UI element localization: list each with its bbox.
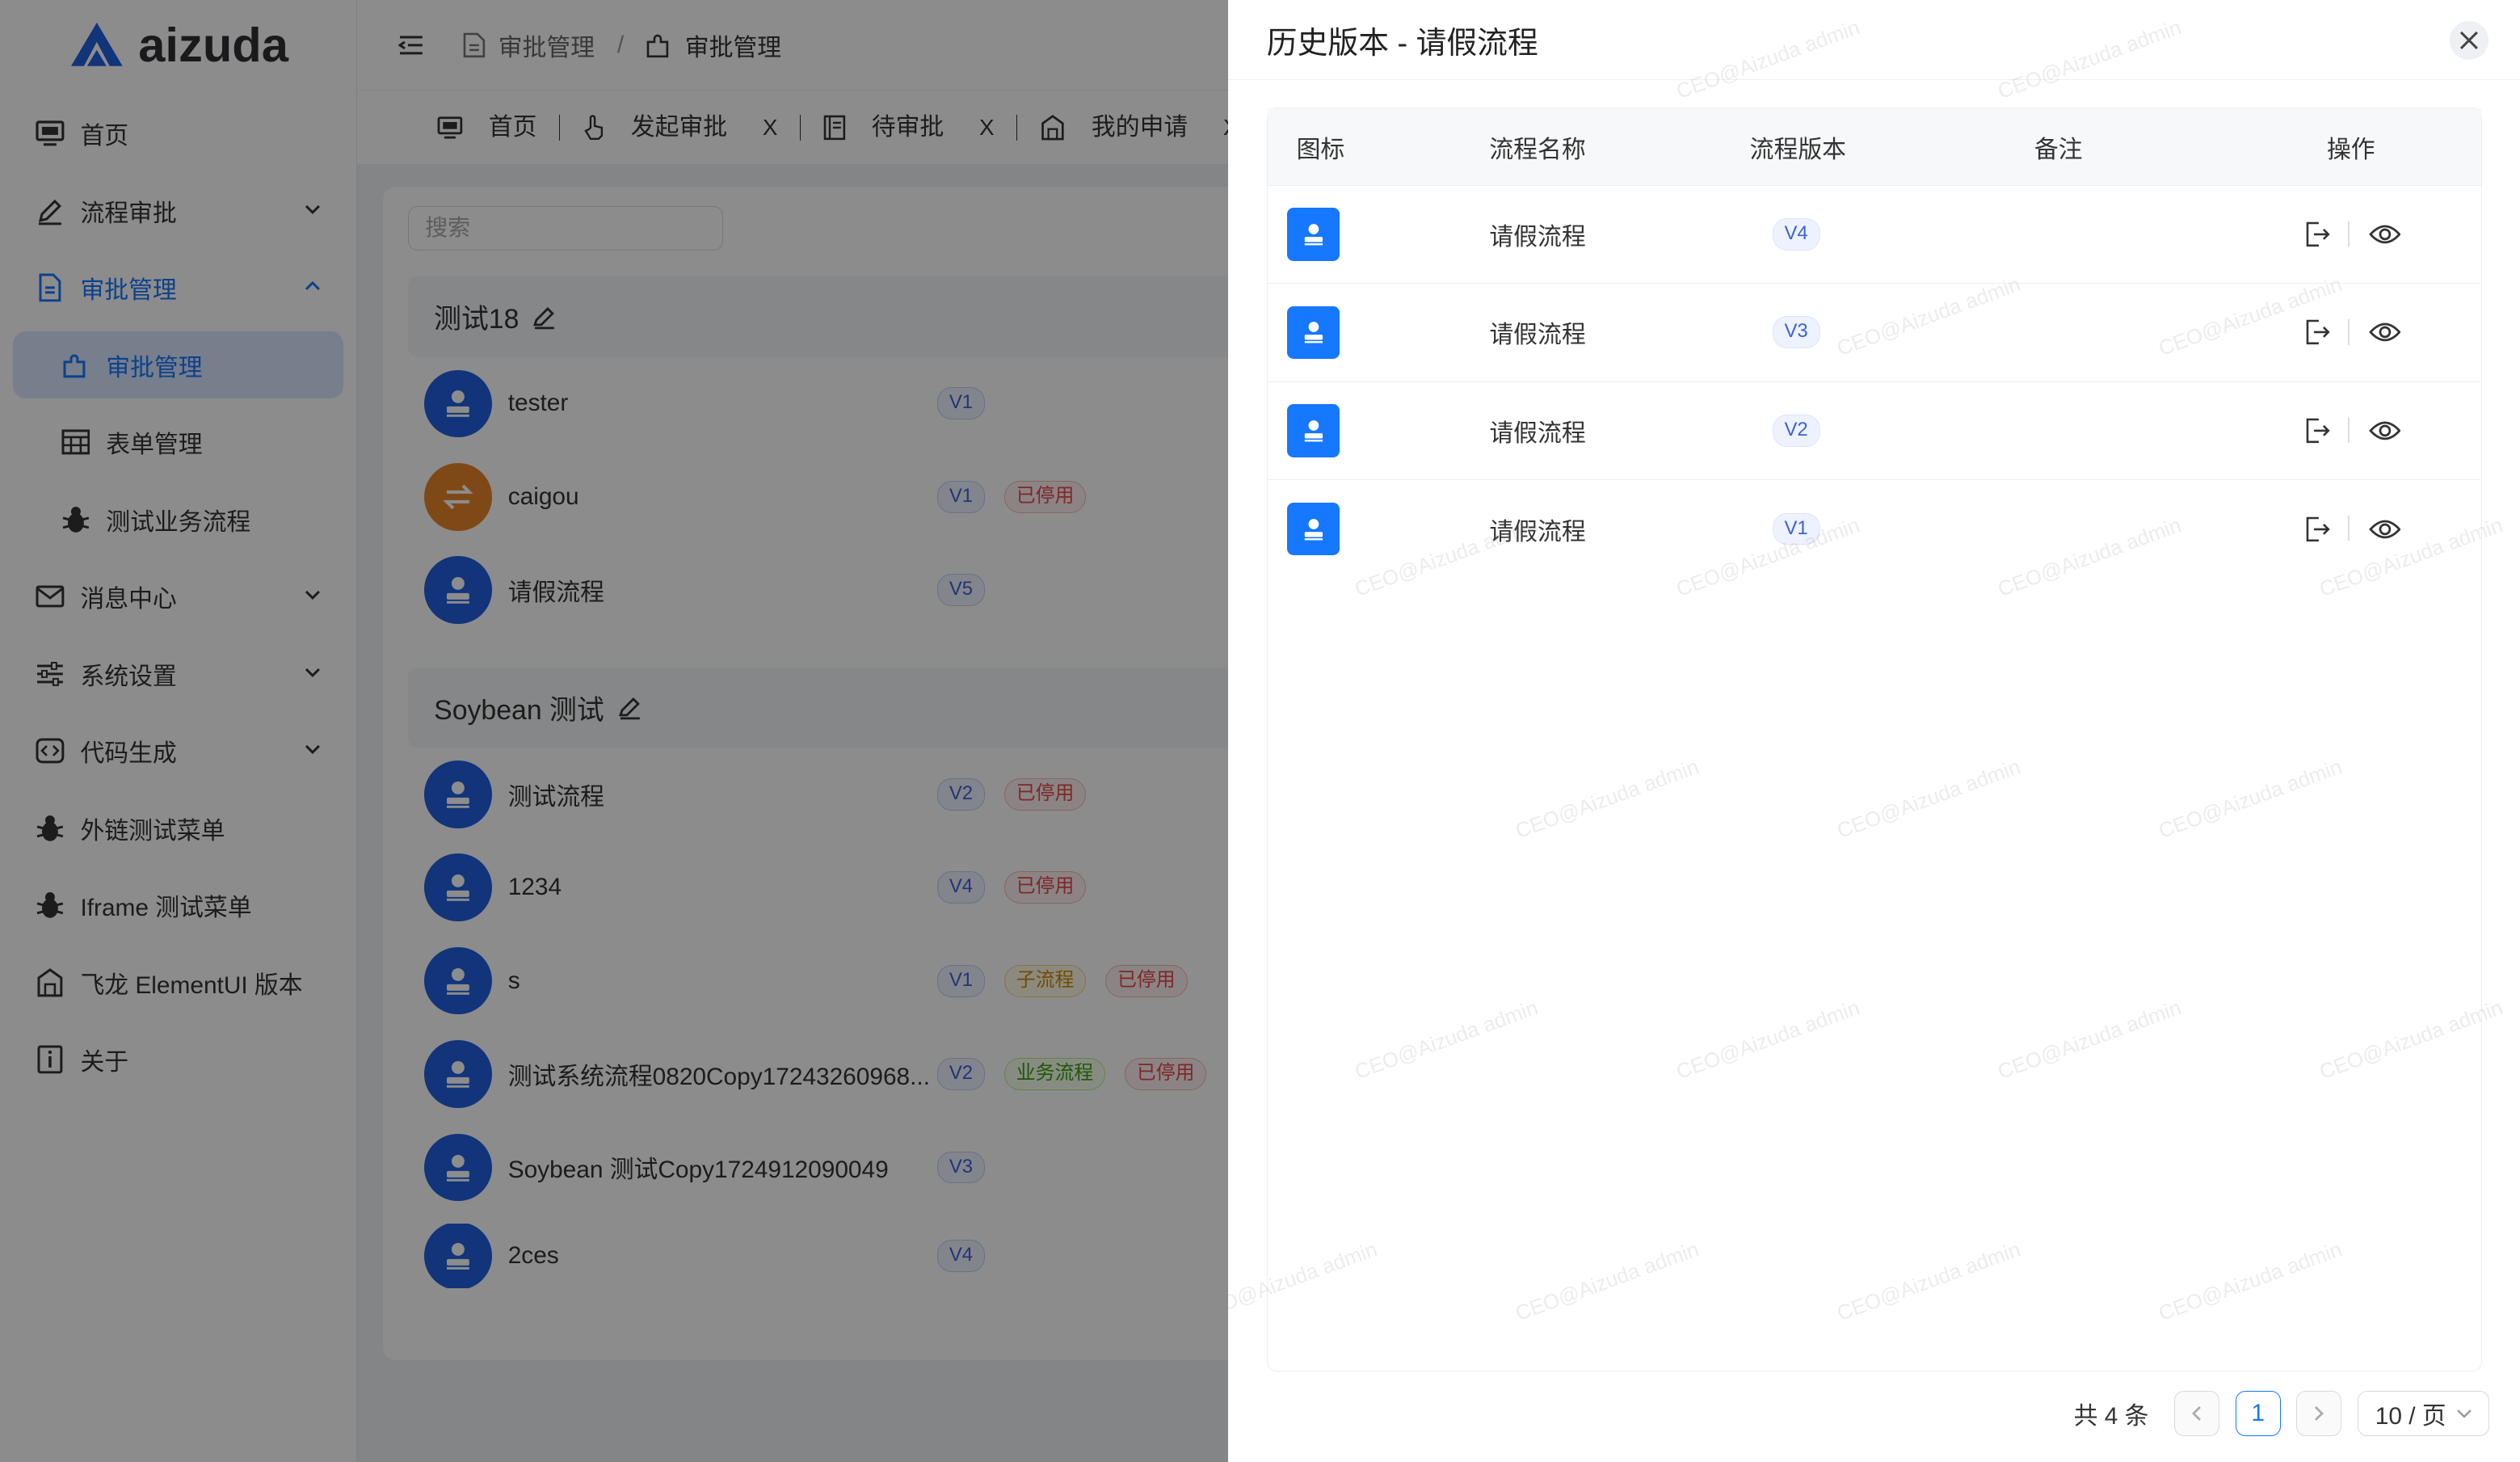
column-header-name: 流程名称 xyxy=(1489,136,1586,163)
eye-icon[interactable] xyxy=(2368,419,2401,442)
page-size-value: 10 / 页 xyxy=(2375,1402,2446,1430)
drawer-header: 历史版本 - 请假流程 xyxy=(1228,0,2520,81)
drawer-title: 历史版本 - 请假流程 xyxy=(1266,26,1538,61)
export-icon[interactable] xyxy=(2304,418,2330,444)
close-button[interactable] xyxy=(2450,20,2488,60)
export-icon[interactable] xyxy=(2304,516,2330,542)
eye-icon[interactable] xyxy=(2368,321,2401,343)
page-number-button[interactable]: 1 xyxy=(2235,1390,2281,1436)
stamp-icon xyxy=(1304,322,1323,343)
page-size-select[interactable]: 10 / 页 xyxy=(2358,1390,2490,1436)
eye-icon[interactable] xyxy=(2368,518,2401,541)
table-row: 请假流程 V1 xyxy=(1268,480,2480,578)
pagination: 共 4 条 1 10 / 页 xyxy=(2074,1389,2490,1438)
process-icon xyxy=(1286,305,1340,360)
stamp-icon xyxy=(1304,419,1323,442)
version-table: 图标 流程名称 流程版本 备注 操作 请假流程 V4 请假流程 V3 请假流程 … xyxy=(1266,107,2482,1372)
action-divider xyxy=(2347,318,2350,345)
table-row: 请假流程 V3 xyxy=(1267,284,2480,382)
cell-name: 请假流程 xyxy=(1489,322,1586,349)
action-divider xyxy=(2347,515,2350,541)
eye-icon[interactable] xyxy=(2368,223,2401,246)
version-tag: V3 xyxy=(1772,316,1820,349)
history-version-drawer: 历史版本 - 请假流程 图标 流程名称 流程版本 备注 操作 请假流程 V4 请… xyxy=(1228,0,2520,1462)
table-row: 请假流程 V4 xyxy=(1267,186,2480,284)
column-header-note: 备注 xyxy=(2034,136,2083,163)
modal-mask[interactable] xyxy=(0,0,1229,1462)
cell-name: 请假流程 xyxy=(1489,419,1586,447)
close-icon xyxy=(2460,31,2479,49)
chevron-down-icon xyxy=(2456,1409,2472,1418)
action-divider xyxy=(2347,221,2350,247)
column-header-icon: 图标 xyxy=(1296,136,1345,163)
cell-name: 请假流程 xyxy=(1489,518,1586,546)
process-icon xyxy=(1286,208,1340,261)
chevron-right-icon xyxy=(2315,1405,2324,1421)
table-header: 图标 流程名称 流程版本 备注 操作 xyxy=(1267,108,2481,186)
process-icon xyxy=(1286,403,1340,457)
stamp-icon xyxy=(1304,518,1323,541)
column-header-actions: 操作 xyxy=(2326,136,2375,163)
next-page-button[interactable] xyxy=(2296,1390,2342,1436)
column-header-version: 流程版本 xyxy=(1749,136,1846,163)
export-icon[interactable] xyxy=(2304,221,2330,247)
table-row: 请假流程 V2 xyxy=(1267,382,2480,480)
version-tag: V2 xyxy=(1772,414,1820,447)
cell-name: 请假流程 xyxy=(1489,223,1586,251)
prev-page-button[interactable] xyxy=(2174,1390,2219,1436)
chevron-left-icon xyxy=(2192,1405,2202,1421)
version-tag: V1 xyxy=(1772,512,1820,546)
export-icon[interactable] xyxy=(2304,319,2330,345)
stamp-icon xyxy=(1304,224,1323,246)
action-divider xyxy=(2347,417,2350,444)
pagination-total: 共 4 条 xyxy=(2073,1402,2149,1430)
version-tag: V4 xyxy=(1772,218,1820,251)
process-icon xyxy=(1286,502,1340,556)
